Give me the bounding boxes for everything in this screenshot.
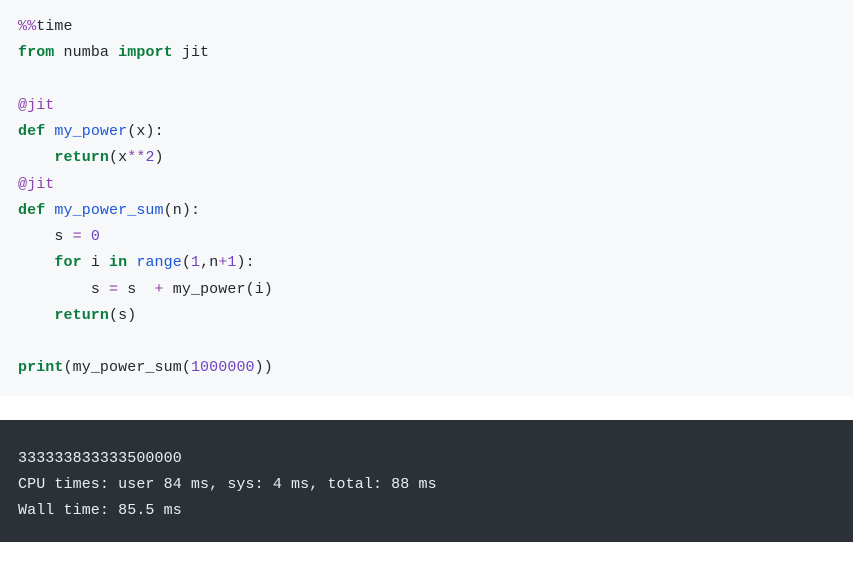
rparen: ) bbox=[155, 149, 164, 166]
num-million: 1000000 bbox=[191, 359, 255, 376]
rparen: ) bbox=[145, 123, 154, 140]
kw-return: return bbox=[54, 307, 109, 324]
call-my-power-sum: my_power_sum bbox=[73, 359, 182, 376]
lparen: ( bbox=[246, 281, 255, 298]
rparen: ) bbox=[255, 359, 264, 376]
arg-n: n bbox=[173, 202, 182, 219]
num-2: 2 bbox=[145, 149, 154, 166]
lparen: ( bbox=[64, 359, 73, 376]
kw-from: from bbox=[18, 44, 54, 61]
op-eq: = bbox=[100, 281, 127, 298]
fn-my-power: my_power bbox=[54, 123, 127, 140]
call-range: range bbox=[136, 254, 182, 271]
kw-for: for bbox=[54, 254, 81, 271]
var-n: n bbox=[209, 254, 218, 271]
num-1: 1 bbox=[191, 254, 200, 271]
call-print: print bbox=[18, 359, 64, 376]
rparen: ) bbox=[237, 254, 246, 271]
var-x: x bbox=[118, 149, 127, 166]
lparen: ( bbox=[164, 202, 173, 219]
kw-def: def bbox=[18, 123, 45, 140]
rparen: ) bbox=[264, 359, 273, 376]
output-cell: 333333833333500000 CPU times: user 84 ms… bbox=[0, 420, 853, 543]
colon: : bbox=[191, 202, 200, 219]
name-jit: jit bbox=[182, 44, 209, 61]
op-eq: = bbox=[64, 228, 91, 245]
var-s: s bbox=[118, 307, 127, 324]
var-s: s bbox=[91, 281, 100, 298]
kw-def: def bbox=[18, 202, 45, 219]
decorator-jit: jit bbox=[27, 97, 54, 114]
decorator-jit: jit bbox=[27, 176, 54, 193]
num-1b: 1 bbox=[227, 254, 236, 271]
space bbox=[173, 44, 182, 61]
lparen: ( bbox=[109, 307, 118, 324]
module-numba: numba bbox=[64, 44, 110, 61]
decorator-at: @ bbox=[18, 176, 27, 193]
space bbox=[109, 44, 118, 61]
var-s: s bbox=[127, 281, 136, 298]
output-result: 333333833333500000 bbox=[18, 450, 182, 467]
magic-prefix: %% bbox=[18, 18, 36, 35]
lparen: ( bbox=[182, 359, 191, 376]
decorator-at: @ bbox=[18, 97, 27, 114]
magic-name: time bbox=[36, 18, 72, 35]
kw-in: in bbox=[109, 254, 127, 271]
op-plus-sp: + bbox=[145, 281, 172, 298]
output-cpu-times: CPU times: user 84 ms, sys: 4 ms, total:… bbox=[18, 476, 437, 493]
space bbox=[100, 254, 109, 271]
kw-import: import bbox=[118, 44, 173, 61]
call-my-power: my_power bbox=[173, 281, 246, 298]
var-i: i bbox=[255, 281, 264, 298]
lparen: ( bbox=[127, 123, 136, 140]
op-pow: ** bbox=[127, 149, 145, 166]
code-cell: %%time from numba import jit @jit def my… bbox=[0, 0, 853, 396]
lparen: ( bbox=[109, 149, 118, 166]
rparen: ) bbox=[127, 307, 136, 324]
colon: : bbox=[155, 123, 164, 140]
output-wall-time: Wall time: 85.5 ms bbox=[18, 502, 182, 519]
comma: , bbox=[200, 254, 209, 271]
space bbox=[82, 254, 91, 271]
space bbox=[127, 254, 136, 271]
space bbox=[54, 44, 63, 61]
lparen: ( bbox=[182, 254, 191, 271]
colon: : bbox=[246, 254, 255, 271]
rparen: ) bbox=[264, 281, 273, 298]
kw-return: return bbox=[54, 149, 109, 166]
var-s: s bbox=[54, 228, 63, 245]
fn-my-power-sum: my_power_sum bbox=[54, 202, 163, 219]
var-i: i bbox=[91, 254, 100, 271]
num-0: 0 bbox=[91, 228, 100, 245]
rparen: ) bbox=[182, 202, 191, 219]
